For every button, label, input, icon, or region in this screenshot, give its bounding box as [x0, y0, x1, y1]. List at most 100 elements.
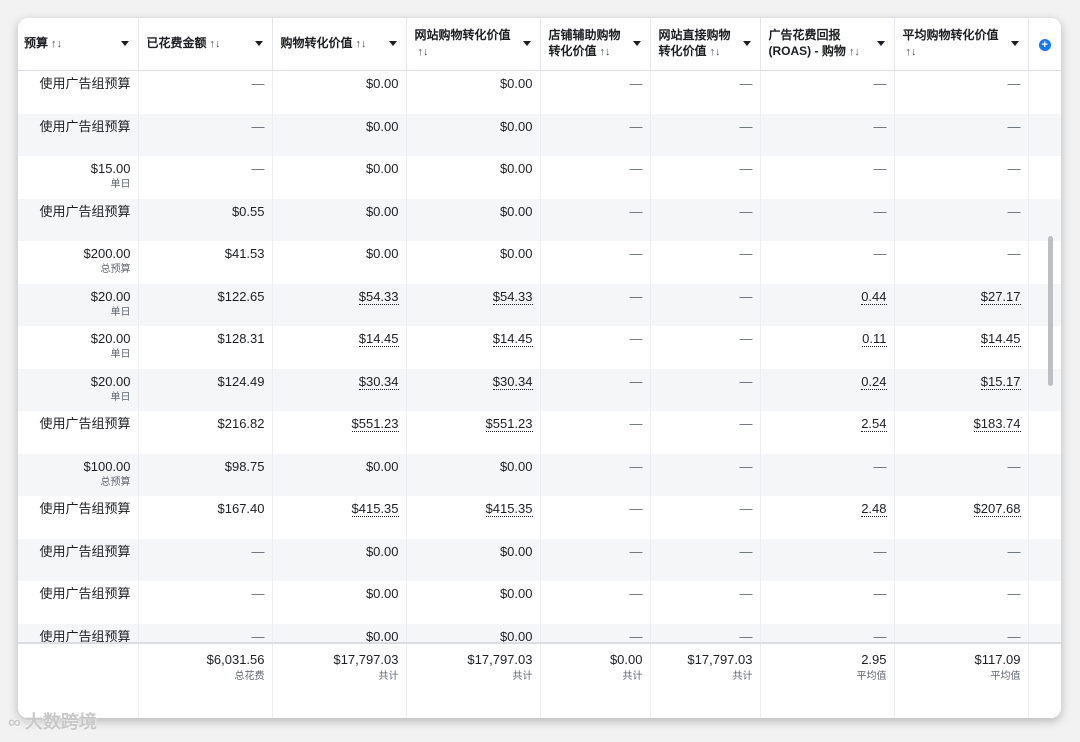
roas-value-link[interactable]: 0.24 — [861, 373, 887, 390]
avg-value: — — [1007, 543, 1021, 559]
table-row[interactable]: 使用广告组预算 — $0.00 $0.00 — — — — — [18, 71, 1061, 114]
vertical-scrollbar[interactable] — [1048, 236, 1053, 386]
cell-empty — [1028, 113, 1061, 156]
cell-purchase: $0.00 — [272, 453, 407, 496]
table-row[interactable]: 使用广告组预算 $0.55 $0.00 $0.00 — — — — — [18, 198, 1061, 241]
roas-value: — — [873, 203, 887, 219]
sort-icon[interactable]: ↑↓ — [51, 38, 62, 50]
purchase-value-link[interactable]: $54.33 — [358, 288, 399, 305]
sort-icon[interactable]: ↑↓ — [600, 46, 611, 58]
cell-empty — [1028, 198, 1061, 241]
cell-avg: — — [894, 538, 1029, 581]
column-menu-caret-icon[interactable] — [120, 40, 129, 46]
cell-spent: — — [138, 156, 273, 199]
add-column-button[interactable]: + — [1028, 18, 1061, 71]
purchase-value: $0.00 — [365, 586, 399, 601]
spent-value: $0.55 — [231, 203, 265, 219]
avg-value-link[interactable]: $14.45 — [980, 331, 1021, 347]
column-header-2[interactable]: 购物转化价值 ↑↓ — [272, 18, 407, 71]
column-header-label: 网站购物转化价值 — [414, 28, 511, 43]
column-menu-caret-icon[interactable] — [742, 40, 751, 46]
table-body-scroll[interactable]: 使用广告组预算 — $0.00 $0.00 — — — — 使用广告组预算 — $0.00 $0.00… — [18, 71, 1061, 642]
web-value-link[interactable]: $415.35 — [485, 501, 533, 517]
table-row[interactable]: 使用广告组预算 — $0.00 $0.00 — — — — — [18, 538, 1061, 581]
table-row[interactable]: 使用广告组预算 $216.82 $551.23 $551.23 — — 2.54 $183.7… — [18, 411, 1061, 454]
cell-roas: 2.48 — [760, 496, 895, 539]
column-menu-caret-icon[interactable] — [522, 40, 531, 46]
column-header-6[interactable]: 广告花费回报 (ROAS) - 购物 ↑↓ — [760, 18, 895, 71]
column-header-5[interactable]: 网站直接购物转化价值 ↑↓ — [650, 18, 761, 71]
column-header-7[interactable]: 平均购物转化价值 ↑↓ — [894, 18, 1029, 71]
total-spent-label: 总花费 — [234, 671, 265, 682]
spent-value: — — [251, 161, 265, 176]
table-row[interactable]: $15.00 单日 — $0.00 $0.00 — — — — — [18, 156, 1061, 199]
column-menu-caret-icon[interactable] — [876, 40, 885, 46]
sort-icon[interactable]: ↑↓ — [849, 46, 860, 58]
web-value-link[interactable]: $551.23 — [485, 416, 533, 432]
cell-store: — — [540, 198, 651, 241]
budget-value: 使用广告组预算 — [39, 118, 131, 134]
roas-value: — — [873, 586, 887, 601]
purchase-value-link[interactable]: $415.35 — [351, 501, 399, 517]
budget-value: $20.00 — [90, 331, 131, 346]
roas-value: — — [873, 161, 887, 176]
roas-value-link[interactable]: 0.11 — [862, 331, 887, 347]
table-row[interactable]: $20.00 单日 $124.49 $30.34 $30.34 — — 0.24 $15.17 — [18, 368, 1061, 411]
cell-avg: — — [894, 198, 1029, 241]
sort-icon[interactable]: ↑↓ — [356, 38, 367, 50]
web-value-link[interactable]: $30.34 — [492, 373, 533, 390]
cell-store: — — [540, 581, 651, 624]
avg-value-link[interactable]: $15.17 — [980, 373, 1021, 390]
sort-icon[interactable]: ↑↓ — [418, 46, 429, 58]
web-value-link[interactable]: $14.45 — [492, 331, 533, 347]
roas-value-link[interactable]: 0.44 — [861, 288, 887, 305]
column-menu-caret-icon[interactable] — [1010, 40, 1019, 46]
roas-value: — — [873, 246, 887, 261]
budget-value: $15.00 — [90, 161, 131, 176]
purchase-value-link[interactable]: $551.23 — [351, 416, 399, 432]
cell-store: — — [540, 453, 651, 496]
sort-icon[interactable]: ↑↓ — [210, 38, 221, 50]
cell-purchase: $0.00 — [272, 156, 407, 199]
table-row[interactable]: $100.00 总预算 $98.75 $0.00 $0.00 — — — — — [18, 453, 1061, 496]
column-menu-caret-icon[interactable] — [632, 40, 641, 46]
table-row[interactable]: 使用广告组预算 — $0.00 $0.00 — — — — — [18, 581, 1061, 624]
column-header-0[interactable]: 预算 ↑↓ — [18, 18, 139, 71]
cell-spent: $216.82 — [138, 411, 273, 454]
purchase-value-link[interactable]: $30.34 — [358, 373, 399, 390]
roas-value-link[interactable]: 2.54 — [861, 416, 887, 432]
roas-value: — — [873, 458, 887, 474]
cell-avg: — — [894, 581, 1029, 624]
sort-icon[interactable]: ↑↓ — [906, 46, 917, 58]
cell-budget: 使用广告组预算 — [18, 623, 139, 642]
web-value-link[interactable]: $54.33 — [492, 288, 533, 305]
table-row[interactable]: 使用广告组预算 — $0.00 $0.00 — — — — — [18, 623, 1061, 642]
table-row[interactable]: $20.00 单日 $122.65 $54.33 $54.33 — — 0.44 $27.17 — [18, 283, 1061, 326]
column-menu-caret-icon[interactable] — [388, 40, 397, 46]
budget-value: $20.00 — [90, 373, 131, 389]
cell-spent: $98.75 — [138, 453, 273, 496]
avg-value-link[interactable]: $27.17 — [980, 288, 1021, 305]
ads-report-table-window: 预算 ↑↓ 已花费金额 ↑↓ 购物转化价值 ↑↓ 网站购物转化价值↑↓ 店铺辅助购物转化价值 ↑… — [18, 18, 1061, 718]
sort-icon[interactable]: ↑↓ — [710, 46, 721, 58]
column-header-3[interactable]: 网站购物转化价值 ↑↓ — [406, 18, 541, 71]
roas-value-link[interactable]: 2.48 — [861, 501, 887, 517]
table-row[interactable]: $20.00 单日 $128.31 $14.45 $14.45 — — 0.11 $14.45 — [18, 326, 1061, 369]
purchase-value-link[interactable]: $14.45 — [358, 331, 399, 347]
watermark: ∞ 大数跨境 — [8, 708, 97, 734]
table-row[interactable]: 使用广告组预算 — $0.00 $0.00 — — — — — [18, 113, 1061, 156]
avg-value-link[interactable]: $207.68 — [973, 501, 1021, 517]
web-value: $0.00 — [499, 76, 533, 91]
table-row[interactable]: $200.00 总预算 $41.53 $0.00 $0.00 — — — — — [18, 241, 1061, 284]
cell-store: — — [540, 113, 651, 156]
purchase-value: $0.00 — [365, 246, 399, 261]
column-header-1[interactable]: 已花费金额 ↑↓ — [138, 18, 273, 71]
direct-value: — — [739, 586, 753, 601]
avg-value-link[interactable]: $183.74 — [973, 416, 1021, 432]
column-header-4[interactable]: 店铺辅助购物转化价值 ↑↓ — [540, 18, 651, 71]
cell-spent: $167.40 — [138, 496, 273, 539]
column-menu-caret-icon[interactable] — [254, 40, 263, 46]
purchase-value: $0.00 — [365, 161, 399, 176]
table-row[interactable]: 使用广告组预算 $167.40 $415.35 $415.35 — — 2.48 $207.6… — [18, 496, 1061, 539]
cell-store: — — [540, 71, 651, 114]
